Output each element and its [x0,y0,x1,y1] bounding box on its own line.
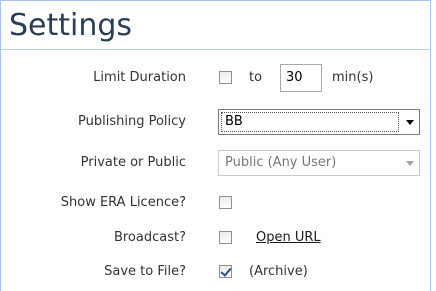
show-era-licence-row: Show ERA Licence? [1,188,430,218]
publishing-policy-value: BB [225,114,243,129]
show-era-licence-checkbox[interactable] [219,196,232,209]
archive-note: (Archive) [249,264,308,279]
save-to-file-checkbox[interactable] [219,265,232,278]
publishing-policy-label: Publishing Policy [78,114,186,129]
to-label: to [249,70,263,85]
show-era-licence-label: Show ERA Licence? [60,195,186,210]
publishing-policy-select[interactable]: BB [218,109,420,135]
limit-duration-label: Limit Duration [93,70,186,85]
save-to-file-label: Save to File? [104,264,186,279]
chevron-down-icon [406,161,414,166]
chevron-down-icon [406,120,414,125]
settings-panel: Settings Limit Duration to 30 min(s) Pub… [0,0,431,291]
focus-outline [221,112,399,132]
broadcast-label: Broadcast? [113,230,186,245]
private-public-label: Private or Public [80,155,186,170]
open-url-link[interactable]: Open URL [256,223,321,253]
private-public-select[interactable]: Public (Any User) [218,150,420,176]
save-to-file-row: Save to File? (Archive) [1,257,430,287]
publishing-policy-row: Publishing Policy BB [1,107,430,137]
minutes-unit-label: min(s) [332,70,374,85]
private-public-value: Public (Any User) [225,155,337,170]
broadcast-row: Broadcast? Open URL [1,223,430,253]
limit-duration-row: Limit Duration to 30 min(s) [1,63,430,93]
duration-minutes-input[interactable]: 30 [280,64,322,92]
private-public-row: Private or Public Public (Any User) [1,148,430,178]
page-title: Settings [9,8,133,43]
broadcast-checkbox[interactable] [219,231,232,244]
limit-duration-checkbox[interactable] [219,71,232,84]
title-divider [1,49,430,50]
